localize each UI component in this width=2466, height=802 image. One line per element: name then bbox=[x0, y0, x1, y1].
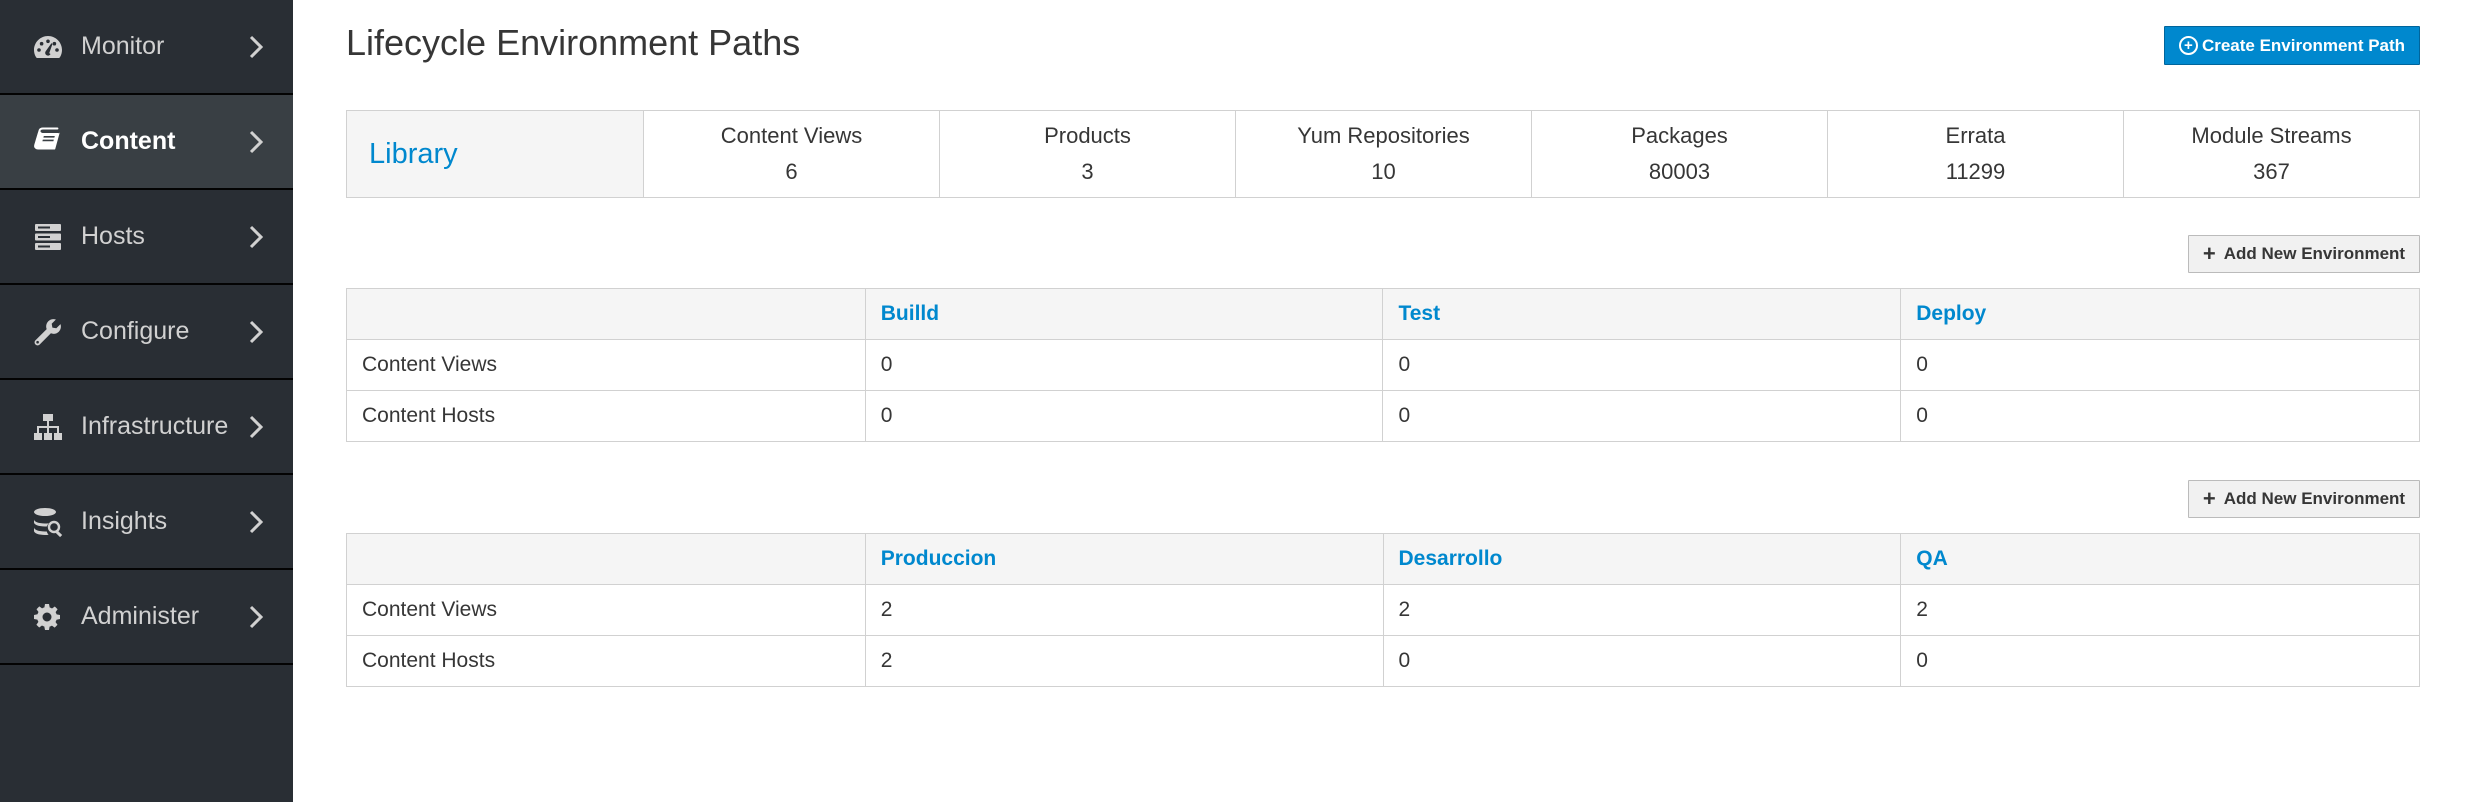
environment-link[interactable]: Test bbox=[1398, 302, 1440, 325]
table-cell: 0 bbox=[1900, 339, 2420, 391]
page-title: Lifecycle Environment Paths bbox=[346, 22, 801, 63]
sidebar-item-insights[interactable]: Insights bbox=[0, 475, 293, 570]
environment-link[interactable]: Deploy bbox=[1916, 302, 1986, 325]
add-new-environment-label: Add New Environment bbox=[2223, 489, 2406, 508]
dashboard-icon bbox=[31, 30, 65, 64]
table-header-empty bbox=[346, 288, 866, 340]
sidebar-item-monitor[interactable]: Monitor bbox=[0, 0, 293, 95]
table-cell: 0 bbox=[1900, 635, 2420, 687]
table-header-env: Builld bbox=[864, 288, 1384, 340]
stat-label: Products bbox=[1044, 123, 1131, 148]
sidebar-item-label: Infrastructure bbox=[81, 412, 229, 440]
environment-link[interactable]: Desarrollo bbox=[1399, 547, 1503, 570]
add-new-environment-button[interactable]: + Add New Environment bbox=[2188, 235, 2420, 273]
table-cell: 2 bbox=[864, 584, 1384, 636]
network-icon bbox=[31, 410, 65, 444]
table-cell: 2 bbox=[864, 635, 1384, 687]
table-header-env: Desarrollo bbox=[1382, 533, 1902, 585]
stat-value: 11299 bbox=[1945, 159, 2006, 184]
sidebar-item-label: Hosts bbox=[81, 222, 145, 250]
sidebar-item-hosts[interactable]: Hosts bbox=[0, 190, 293, 285]
stat-label: Module Streams bbox=[2191, 123, 2352, 148]
stat-value: 367 bbox=[2253, 159, 2290, 184]
table-cell: 0 bbox=[864, 390, 1384, 442]
stat-label: Yum Repositories bbox=[1297, 123, 1470, 148]
sidebar-item-configure[interactable]: Configure bbox=[0, 285, 293, 380]
table-header-env: Produccion bbox=[864, 533, 1384, 585]
plus-icon: + bbox=[2202, 486, 2216, 511]
environment-path-table: Builld Test Deploy Content Views 0 0 0 C… bbox=[346, 288, 2420, 442]
plus-icon: + bbox=[2202, 241, 2216, 266]
table-header-env: Test bbox=[1382, 288, 1902, 340]
table-header-env: Deploy bbox=[1900, 288, 2420, 340]
chevron-right-icon bbox=[246, 34, 266, 60]
table-cell: 2 bbox=[1900, 584, 2420, 636]
stat-value: 10 bbox=[1371, 159, 1396, 184]
table-header-row: Builld Test Deploy bbox=[346, 288, 2420, 340]
library-stat-packages: Packages 80003 bbox=[1532, 111, 1828, 197]
library-summary: Library Content Views 6 Products 3 Yum R… bbox=[346, 110, 2420, 198]
environment-link[interactable]: QA bbox=[1916, 547, 1948, 570]
library-cell: Library bbox=[347, 111, 644, 197]
table-header-env: QA bbox=[1900, 533, 2420, 585]
wrench-icon bbox=[31, 315, 65, 349]
row-label: Content Hosts bbox=[346, 390, 866, 442]
table-cell: 2 bbox=[1382, 584, 1902, 636]
stat-label: Packages bbox=[1631, 123, 1728, 148]
sidebar: Monitor Content Hosts Configure Infrastr… bbox=[0, 0, 293, 802]
row-label: Content Views bbox=[346, 339, 866, 391]
table-cell: 0 bbox=[864, 339, 1384, 391]
table-cell: 0 bbox=[1900, 390, 2420, 442]
sidebar-item-label: Insights bbox=[81, 507, 168, 535]
sidebar-item-label: Content bbox=[81, 127, 176, 155]
create-environment-path-label: Create Environment Path bbox=[2201, 35, 2406, 55]
library-stat-products: Products 3 bbox=[940, 111, 1236, 197]
sidebar-item-label: Configure bbox=[81, 317, 190, 345]
plus-circle-icon: + bbox=[2178, 36, 2198, 55]
chevron-right-icon bbox=[246, 319, 266, 345]
database-search-icon bbox=[31, 505, 65, 539]
row-label: Content Views bbox=[346, 584, 866, 636]
table-cell: 0 bbox=[1382, 339, 1902, 391]
add-new-environment-label: Add New Environment bbox=[2223, 244, 2406, 263]
sidebar-item-label: Administer bbox=[81, 602, 200, 630]
library-stat-yum-repositories: Yum Repositories 10 bbox=[1236, 111, 1532, 197]
sidebar-item-label: Monitor bbox=[81, 32, 165, 60]
server-icon bbox=[31, 220, 65, 254]
library-link[interactable]: Library bbox=[369, 138, 458, 171]
sidebar-item-content[interactable]: Content bbox=[0, 95, 293, 190]
table-row: Content Views 0 0 0 bbox=[346, 339, 2420, 391]
environment-link[interactable]: Builld bbox=[881, 302, 939, 325]
table-row: Content Views 2 2 2 bbox=[346, 584, 2420, 636]
table-header-row: Produccion Desarrollo QA bbox=[346, 533, 2420, 585]
library-stat-module-streams: Module Streams 367 bbox=[2124, 111, 2419, 197]
table-cell: 0 bbox=[1382, 635, 1902, 687]
table-row: Content Hosts 0 0 0 bbox=[346, 390, 2420, 442]
chevron-right-icon bbox=[246, 129, 266, 155]
stat-label: Content Views bbox=[720, 123, 863, 148]
chevron-right-icon bbox=[246, 604, 266, 630]
stat-label: Errata bbox=[1945, 123, 2006, 148]
stat-value: 3 bbox=[1081, 159, 1094, 184]
chevron-right-icon bbox=[246, 224, 266, 250]
stat-value: 80003 bbox=[1648, 159, 1711, 184]
library-stat-content-views: Content Views 6 bbox=[644, 111, 940, 197]
book-icon bbox=[31, 125, 65, 159]
add-new-environment-button[interactable]: + Add New Environment bbox=[2188, 480, 2420, 518]
table-header-empty bbox=[346, 533, 866, 585]
stat-value: 6 bbox=[785, 159, 798, 184]
sidebar-item-infrastructure[interactable]: Infrastructure bbox=[0, 380, 293, 475]
row-label: Content Hosts bbox=[346, 635, 866, 687]
chevron-right-icon bbox=[246, 414, 266, 440]
table-row: Content Hosts 2 0 0 bbox=[346, 635, 2420, 687]
table-cell: 0 bbox=[1382, 390, 1902, 442]
environment-path-table: Produccion Desarrollo QA Content Views 2… bbox=[346, 533, 2420, 687]
create-environment-path-button[interactable]: + Create Environment Path bbox=[2164, 26, 2420, 65]
gear-icon bbox=[31, 600, 65, 634]
chevron-right-icon bbox=[246, 509, 266, 535]
environment-link[interactable]: Produccion bbox=[881, 547, 997, 570]
library-stat-errata: Errata 11299 bbox=[1828, 111, 2124, 197]
sidebar-item-administer[interactable]: Administer bbox=[0, 570, 293, 665]
